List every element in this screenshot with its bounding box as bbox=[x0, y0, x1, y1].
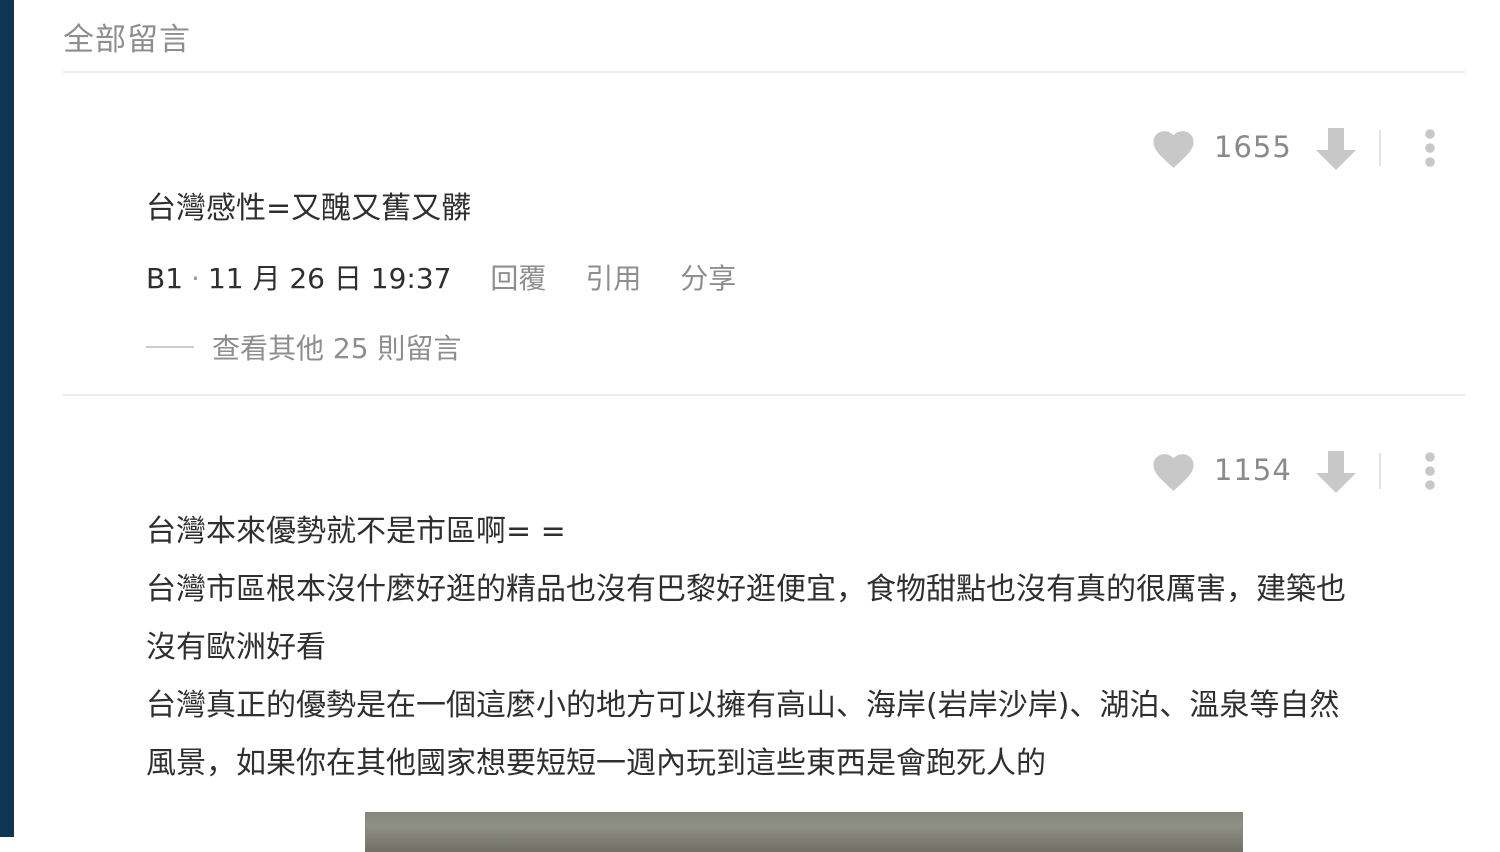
comment-line: 沒有歐洲好看 bbox=[146, 630, 326, 665]
meta-separator: · bbox=[191, 262, 200, 295]
left-edge-bar bbox=[0, 0, 14, 837]
heart-icon[interactable] bbox=[1152, 452, 1195, 492]
more-vertical-icon[interactable] bbox=[1416, 128, 1444, 168]
quote-button[interactable]: 引用 bbox=[585, 262, 641, 295]
more-replies-label: 查看其他 25 則留言 bbox=[212, 332, 462, 365]
comment-line: 台灣真正的優勢是在一個這麼小的地方可以擁有高山、海岸(岩岸沙岸)、湖泊、溫泉等自… bbox=[146, 688, 1340, 723]
comment-text: 台灣感性=又醜又舊又髒 bbox=[146, 180, 471, 238]
arrow-down-icon[interactable] bbox=[1316, 128, 1356, 170]
comment-actions: 1655 bbox=[1148, 124, 1458, 172]
action-separator bbox=[1379, 130, 1381, 166]
replies-rule bbox=[146, 346, 194, 348]
comment-line: 台灣感性=又醜又舊又髒 bbox=[146, 191, 472, 226]
action-separator bbox=[1379, 453, 1381, 489]
comment-line: 台灣市區根本沒什麼好逛的精品也沒有巴黎好逛便宜，食物甜點也沒有真的很厲害，建築也 bbox=[146, 572, 1346, 607]
reply-button[interactable]: 回覆 bbox=[490, 262, 546, 295]
floor-label: B1 bbox=[146, 262, 184, 295]
heart-icon[interactable] bbox=[1152, 129, 1195, 169]
comment-line: 台灣本來優勢就不是市區啊= = bbox=[146, 514, 566, 549]
comment-text: 台灣本來優勢就不是市區啊= = 台灣市區根本沒什麼好逛的精品也沒有巴黎好逛便宜，… bbox=[146, 503, 1466, 793]
comment-time: 11 月 26 日 19:37 bbox=[207, 262, 452, 295]
view-more-replies-link[interactable]: 查看其他 25 則留言 bbox=[146, 328, 461, 370]
comment-image[interactable] bbox=[365, 812, 1243, 852]
share-button[interactable]: 分享 bbox=[680, 262, 736, 295]
like-count: 1154 bbox=[1214, 453, 1292, 487]
section-title: 全部留言 bbox=[63, 22, 191, 58]
comment-divider bbox=[63, 394, 1465, 396]
like-count: 1655 bbox=[1214, 130, 1292, 164]
comment-line: 風景，如果你在其他國家想要短短一週內玩到這些東西是會跑死人的 bbox=[146, 746, 1046, 781]
comment-meta: B1 · 11 月 26 日 19:37 回覆 引用 分享 bbox=[146, 259, 736, 299]
comment-actions: 1154 bbox=[1148, 447, 1458, 495]
header-divider bbox=[63, 71, 1465, 73]
arrow-down-icon[interactable] bbox=[1316, 451, 1356, 493]
more-vertical-icon[interactable] bbox=[1416, 451, 1444, 491]
